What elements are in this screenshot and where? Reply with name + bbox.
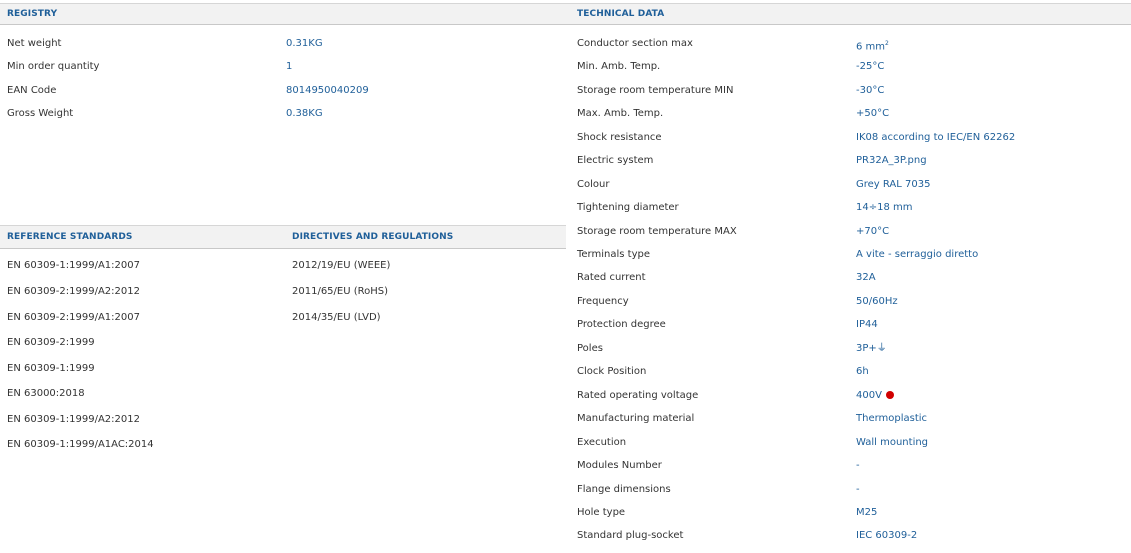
voltage-value: 400V xyxy=(856,390,882,401)
technical-value: -30°C xyxy=(856,85,885,96)
technical-label: Colour xyxy=(577,179,610,190)
technical-value: IEC 60309-2 xyxy=(856,530,918,541)
technical-value: 6 mm2 xyxy=(856,40,889,53)
technical-label: Rated operating voltage xyxy=(577,390,699,401)
standard-item: EN 60309-1:1999/A1:2007 xyxy=(7,260,140,271)
technical-value: - xyxy=(856,460,860,471)
registry-label: EAN Code xyxy=(7,85,57,96)
technical-value: +70°C xyxy=(856,226,890,237)
technical-value-voltage: 400V xyxy=(856,389,894,403)
technical-value: IP44 xyxy=(856,319,878,330)
technical-data-title: TECHNICAL DATA xyxy=(577,9,665,19)
technical-value: 6h xyxy=(856,366,869,377)
technical-label: Conductor section max xyxy=(577,38,693,49)
registry-label: Net weight xyxy=(7,38,62,49)
technical-label: Manufacturing material xyxy=(577,413,695,424)
technical-label: Standard plug-socket xyxy=(577,530,684,541)
technical-value: IK08 according to IEC/EN 62262 xyxy=(856,132,1016,143)
technical-value: 32A xyxy=(856,272,876,283)
directive-item: 2011/65/EU (RoHS) xyxy=(292,286,389,297)
registry-value: 0.31KG xyxy=(286,38,323,49)
standard-item: EN 60309-2:1999/A2:2012 xyxy=(7,286,140,297)
technical-label: Terminals type xyxy=(577,249,650,260)
directives-title: DIRECTIVES AND REGULATIONS xyxy=(292,232,454,242)
technical-label: Shock resistance xyxy=(577,132,662,143)
technical-value: M25 xyxy=(856,507,878,518)
voltage-color-dot-icon xyxy=(885,391,894,399)
technical-label: Clock Position xyxy=(577,366,647,377)
technical-value: +50°C xyxy=(856,108,890,119)
technical-value: Thermoplastic xyxy=(856,413,928,424)
registry-header: REGISTRY xyxy=(0,3,566,25)
technical-value: - xyxy=(856,484,860,495)
directive-item: 2012/19/EU (WEEE) xyxy=(292,260,391,271)
standards-header: REFERENCE STANDARDS DIRECTIVES AND REGUL… xyxy=(0,225,566,249)
registry-value: 0.38KG xyxy=(286,108,323,119)
technical-label: Poles xyxy=(577,343,603,354)
technical-data-header: TECHNICAL DATA xyxy=(566,3,1131,25)
technical-value: 50/60Hz xyxy=(856,296,898,307)
standard-item: EN 60309-2:1999 xyxy=(7,337,95,348)
directive-item: 2014/35/EU (LVD) xyxy=(292,312,381,323)
standard-item: EN 60309-1:1999/A1AC:2014 xyxy=(7,439,154,450)
technical-label: Modules Number xyxy=(577,460,662,471)
technical-value: Wall mounting xyxy=(856,437,929,448)
registry-value: 8014950040209 xyxy=(286,85,369,96)
standard-item: EN 60309-2:1999/A1:2007 xyxy=(7,312,140,323)
technical-value: -25°C xyxy=(856,61,885,72)
technical-label: Min. Amb. Temp. xyxy=(577,61,661,72)
registry-label: Gross Weight xyxy=(7,108,74,119)
technical-label: Electric system xyxy=(577,155,654,166)
technical-label: Tightening diameter xyxy=(577,202,679,213)
standard-item: EN 60309-1:1999/A2:2012 xyxy=(7,414,140,425)
technical-label: Flange dimensions xyxy=(577,484,671,495)
technical-label: Frequency xyxy=(577,296,629,307)
technical-label: Protection degree xyxy=(577,319,666,330)
technical-label: Rated current xyxy=(577,272,646,283)
standard-item: EN 60309-1:1999 xyxy=(7,363,95,374)
registry-value: 1 xyxy=(286,61,293,72)
technical-value: 3P+⏚ xyxy=(856,343,887,354)
technical-label: Execution xyxy=(577,437,627,448)
technical-value: A vite - serraggio diretto xyxy=(856,249,979,260)
technical-value: 14÷18 mm xyxy=(856,202,913,213)
registry-label: Min order quantity xyxy=(7,61,100,72)
standard-item: EN 63000:2018 xyxy=(7,388,85,399)
technical-value: Grey RAL 7035 xyxy=(856,179,931,190)
technical-label: Storage room temperature MAX xyxy=(577,226,737,237)
technical-label: Hole type xyxy=(577,507,626,518)
technical-value: PR32A_3P.png xyxy=(856,155,927,166)
reference-standards-title: REFERENCE STANDARDS xyxy=(7,232,133,242)
technical-label: Max. Amb. Temp. xyxy=(577,108,664,119)
registry-title: REGISTRY xyxy=(7,9,58,19)
technical-label: Storage room temperature MIN xyxy=(577,85,734,96)
